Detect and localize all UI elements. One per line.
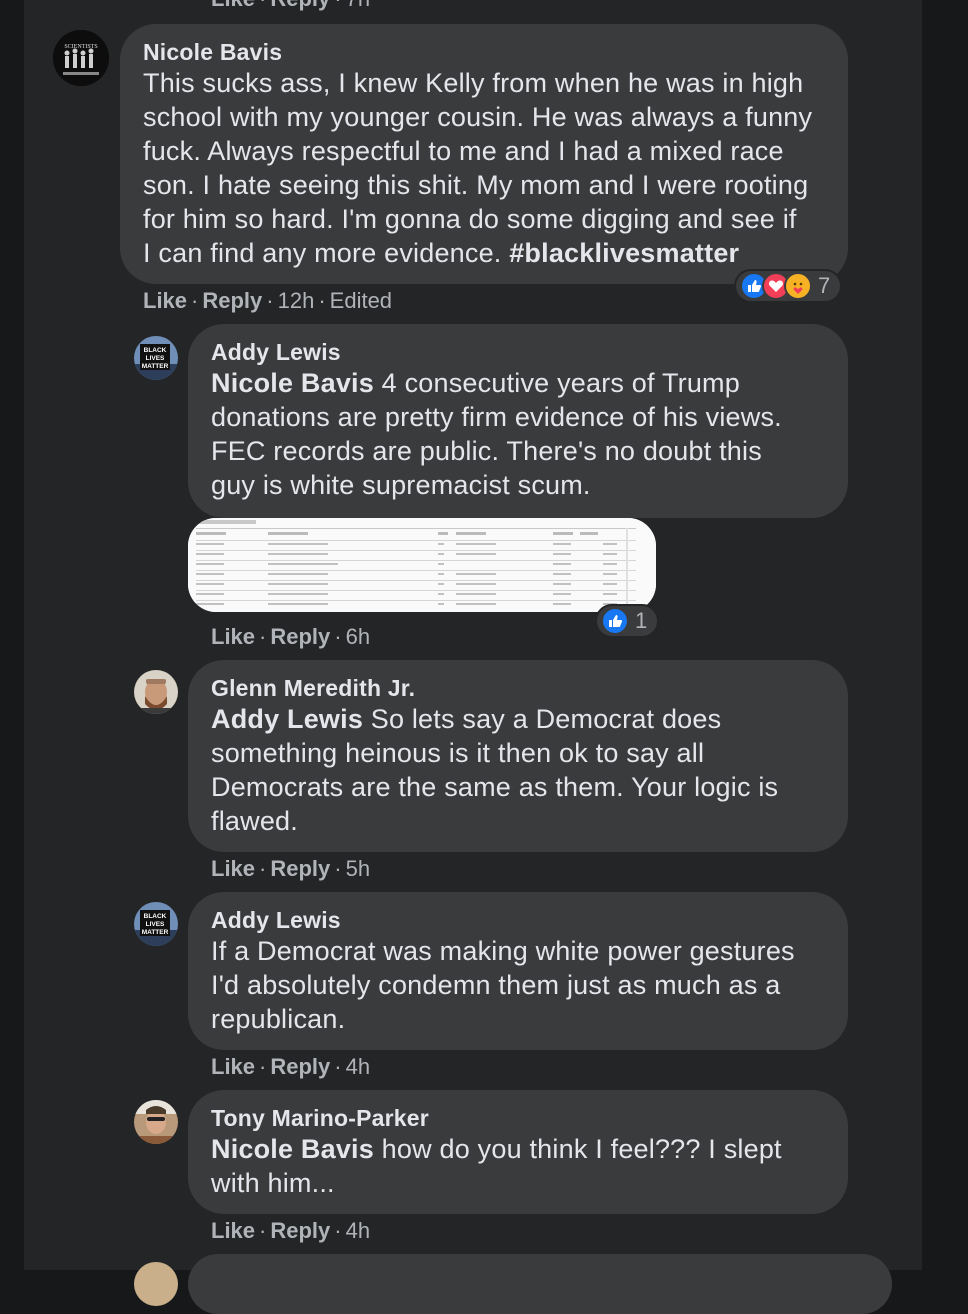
comment-line: school with my younger cousin. He was al… [143,102,813,132]
comment-line: for him so hard. I'm gonna do some diggi… [143,204,797,234]
avatar[interactable] [134,1100,178,1144]
reply-link[interactable]: Reply [270,624,330,649]
comment-line: flawed. [211,806,298,836]
user-photo-icon [134,1100,178,1144]
edited-label: Edited [329,288,393,313]
comment-line: FEC records are public. There's no doubt… [211,436,762,466]
reply-link[interactable]: Reply [270,1054,330,1079]
comment-text: If a Democrat was making white power ges… [211,934,841,1036]
comment-bubble [188,1254,892,1314]
timestamp: 12h [277,288,315,313]
avatar[interactable]: SCIENTISTS [53,30,109,86]
like-icon [601,607,629,635]
comment-line: This sucks ass, I knew Kelly from when h… [143,68,804,98]
comment-meta: Like · Reply · 4h [211,1218,371,1243]
comment-meta: Like · Reply · 4h [211,1054,371,1079]
reaction-summary[interactable]: 1 [595,604,660,638]
mention-link[interactable]: Nicole Bavis [211,1134,374,1164]
comment-meta: Like · Reply · 6h [211,624,371,649]
reaction-summary[interactable]: 7 [734,269,843,303]
care-icon [784,272,812,300]
comment-line: son. I hate seeing this shit. My mom and… [143,170,809,200]
comment-line: guy is white supremacist scum. [211,470,591,500]
blm-avatar-icon: BLACK LIVES MATTER [134,902,178,946]
comment-text: This sucks ass, I knew Kelly from when h… [143,66,843,270]
reaction-count: 1 [635,608,648,633]
reaction-count: 7 [818,273,831,298]
avatar[interactable] [134,1262,178,1306]
reply-link[interactable]: Reply [202,288,262,313]
avatar[interactable] [134,670,178,714]
reply-link[interactable]: Reply [270,856,330,881]
comment-text: Addy Lewis So lets say a Democrat does s… [211,702,841,838]
like-link[interactable]: Like [143,288,187,313]
mention-link[interactable]: Nicole Bavis [211,368,374,398]
comment-meta: Like · Reply · 5h [211,856,371,881]
reply-link[interactable]: Reply [270,1218,330,1243]
comment-line: fuck. Always respectful to me and I had … [143,136,784,166]
comment-line: republican. [211,1004,346,1034]
comment-meta-previous: Like·Reply·7h [211,0,370,12]
comment-meta: Like · Reply · 12h · Edited [143,288,393,313]
timestamp: 7h [346,0,370,11]
mention-link[interactable]: Addy Lewis [211,704,363,734]
timestamp: 4h [345,1054,371,1079]
svg-text:LIVES: LIVES [146,921,165,928]
like-link[interactable]: Like [211,0,255,11]
hashtag-link[interactable]: #blacklivesmatter [509,238,739,268]
reply-link[interactable]: Reply [270,0,330,11]
comment-author[interactable]: Nicole Bavis [143,39,282,66]
comment-text: Nicole Bavis how do you think I feel??? … [211,1132,841,1200]
blm-avatar-icon: BLACK LIVES MATTER [134,336,178,380]
comment-line: with him... [211,1168,335,1198]
svg-text:MATTER: MATTER [142,929,169,936]
comment-line: something heinous is it then ok to say a… [211,738,705,768]
user-photo-icon [134,670,178,714]
like-link[interactable]: Like [211,1054,255,1079]
svg-text:BLACK: BLACK [144,913,167,920]
svg-text:SCIENTISTS: SCIENTISTS [64,44,97,50]
comment-line: If a Democrat was making white power ges… [211,936,795,966]
comment-line: Nicole Bavis 4 consecutive years of Trum… [211,368,740,398]
like-link[interactable]: Like [211,624,255,649]
timestamp: 5h [345,856,371,881]
comment-line: donations are pretty firm evidence of hi… [211,402,782,432]
timestamp: 6h [345,624,371,649]
svg-text:MATTER: MATTER [142,363,169,370]
scientists-avatar-icon: SCIENTISTS [53,30,109,86]
comment-text: Nicole Bavis 4 consecutive years of Trum… [211,366,841,502]
comment-line: I can find any more evidence. #blacklive… [143,238,740,268]
comment-line: Nicole Bavis how do you think I feel??? … [211,1134,782,1164]
comment-author[interactable]: Tony Marino-Parker [211,1105,429,1132]
spreadsheet-screenshot-image [188,518,656,612]
like-link[interactable]: Like [211,856,255,881]
avatar[interactable]: BLACK LIVES MATTER [134,902,178,946]
avatar[interactable]: BLACK LIVES MATTER [134,336,178,380]
comment-author[interactable]: Addy Lewis [211,907,341,934]
timestamp: 4h [345,1218,371,1243]
comment-line: I'd absolutely condemn them just as much… [211,970,781,1000]
svg-text:LIVES: LIVES [146,355,165,362]
like-link[interactable]: Like [211,1218,255,1243]
svg-text:BLACK: BLACK [144,347,167,354]
comment-line: Democrats are the same as them. Your log… [211,772,779,802]
comment-line: Addy Lewis So lets say a Democrat does [211,704,722,734]
comment-author[interactable]: Glenn Meredith Jr. [211,675,415,702]
comment-author[interactable]: Addy Lewis [211,339,341,366]
attached-image[interactable] [188,518,656,612]
